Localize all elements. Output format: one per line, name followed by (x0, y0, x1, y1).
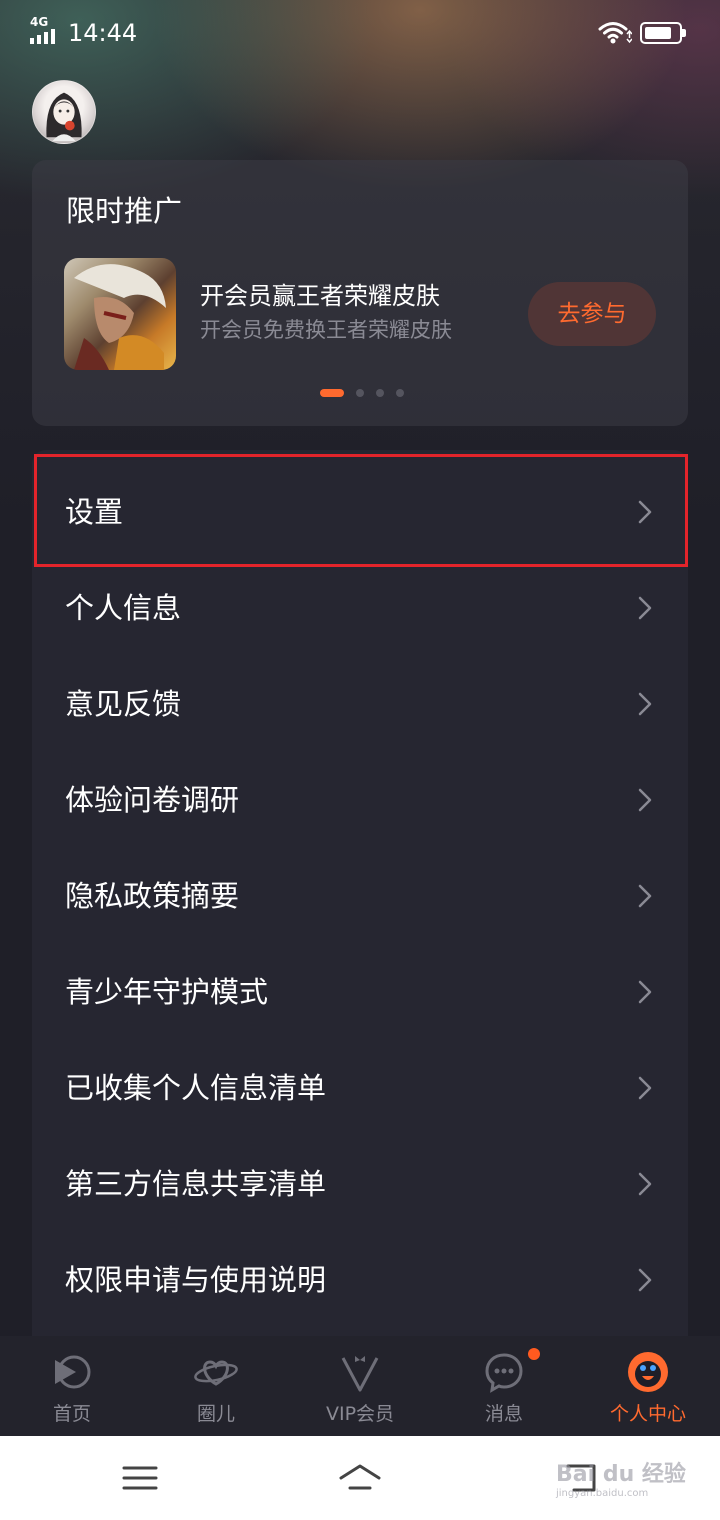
chevron-right-icon (638, 788, 652, 812)
tab-label: 消息 (484, 1403, 523, 1425)
tab-messages[interactable]: 消息 (432, 1336, 576, 1436)
settings-menu: 设置 个人信息 意见反馈 体验问卷调研 隐私政策摘要 青少年守护模式 已收集个人… (32, 450, 688, 1340)
tab-circle[interactable]: 圈儿 (144, 1336, 288, 1436)
promo-title: 限时推广 (66, 194, 183, 228)
chevron-right-icon (638, 1172, 652, 1196)
menu-item-label: 已收集个人信息清单 (65, 1071, 327, 1105)
tab-vip[interactable]: VIP会员 (288, 1336, 432, 1436)
tab-label: VIP会员 (325, 1403, 395, 1425)
chevron-right-icon (638, 980, 652, 1004)
status-time: 14:44 (68, 19, 138, 47)
menu-item-privacy-summary[interactable]: 隐私政策摘要 (32, 848, 688, 944)
promo-name: 开会员赢王者荣耀皮肤 (200, 282, 440, 310)
battery-icon (640, 22, 686, 44)
bottom-tab-bar: 首页 圈儿 VIP会员 消息 个人中心 (0, 1336, 720, 1436)
menu-item-label: 青少年守护模式 (65, 975, 269, 1009)
tab-label: 首页 (52, 1403, 91, 1425)
carousel-dot (320, 389, 344, 397)
menu-item-teen-mode[interactable]: 青少年守护模式 (32, 944, 688, 1040)
menu-item-label: 第三方信息共享清单 (65, 1167, 327, 1201)
chevron-right-icon (638, 1076, 652, 1100)
chevron-right-icon (638, 692, 652, 716)
message-icon (485, 1353, 523, 1393)
carousel-dot (356, 389, 364, 397)
planet-icon (194, 1360, 238, 1386)
tab-profile[interactable]: 个人中心 (576, 1336, 720, 1436)
chevron-right-icon (638, 596, 652, 620)
join-button[interactable]: 去参与 (528, 282, 656, 346)
chevron-right-icon (638, 500, 652, 524)
menu-item-survey[interactable]: 体验问卷调研 (32, 752, 688, 848)
menu-item-collected-info-list[interactable]: 已收集个人信息清单 (32, 1040, 688, 1136)
play-icon (55, 1355, 91, 1389)
promo-card: 限时推广 开会员赢王者荣耀皮肤 开会员免费换王者荣耀皮肤 去参与 (32, 160, 688, 426)
watermark-subtext: jingyan.baidu.com (556, 1488, 649, 1499)
menu-item-third-party-sharing[interactable]: 第三方信息共享清单 (32, 1136, 688, 1232)
wifi-icon (598, 20, 633, 46)
menu-item-label: 隐私政策摘要 (65, 879, 240, 913)
menu-item-personal-info[interactable]: 个人信息 (32, 560, 688, 656)
avatar[interactable] (32, 80, 96, 144)
menu-icon[interactable] (120, 1458, 160, 1498)
tab-label: 个人中心 (609, 1403, 686, 1425)
tab-label: 圈儿 (196, 1403, 235, 1425)
signal-icon: 4G (30, 16, 64, 44)
watermark-text: Bai du 经验 (556, 1462, 686, 1487)
carousel-dot (396, 389, 404, 397)
home-icon[interactable] (338, 1458, 382, 1498)
menu-item-label: 体验问卷调研 (65, 783, 240, 817)
unread-badge (528, 1348, 540, 1360)
menu-item-label: 意见反馈 (65, 687, 182, 721)
menu-item-label: 个人信息 (65, 591, 182, 625)
screen: 4G 14:44 限时推广 开会员赢王者荣耀皮肤 开会员免费换王者荣耀皮肤 去参… (0, 0, 720, 1520)
carousel-indicator (320, 389, 404, 397)
menu-item-label: 权限申请与使用说明 (65, 1263, 327, 1297)
watermark: Bai du 经验 jingyan.baidu.com (556, 1456, 686, 1499)
menu-item-settings[interactable]: 设置 (32, 464, 688, 560)
status-bar: 4G 14:44 (0, 0, 720, 66)
profile-face-icon (628, 1352, 668, 1392)
carousel-dot (376, 389, 384, 397)
promo-thumbnail[interactable] (64, 258, 176, 370)
vip-icon (341, 1356, 379, 1392)
chevron-right-icon (638, 884, 652, 908)
menu-item-label: 设置 (65, 495, 124, 529)
menu-item-feedback[interactable]: 意见反馈 (32, 656, 688, 752)
tab-home[interactable]: 首页 (0, 1336, 144, 1436)
menu-item-permissions[interactable]: 权限申请与使用说明 (32, 1232, 688, 1328)
chevron-right-icon (638, 1268, 652, 1292)
promo-description: 开会员免费换王者荣耀皮肤 (200, 318, 452, 342)
network-type: 4G (30, 15, 49, 29)
